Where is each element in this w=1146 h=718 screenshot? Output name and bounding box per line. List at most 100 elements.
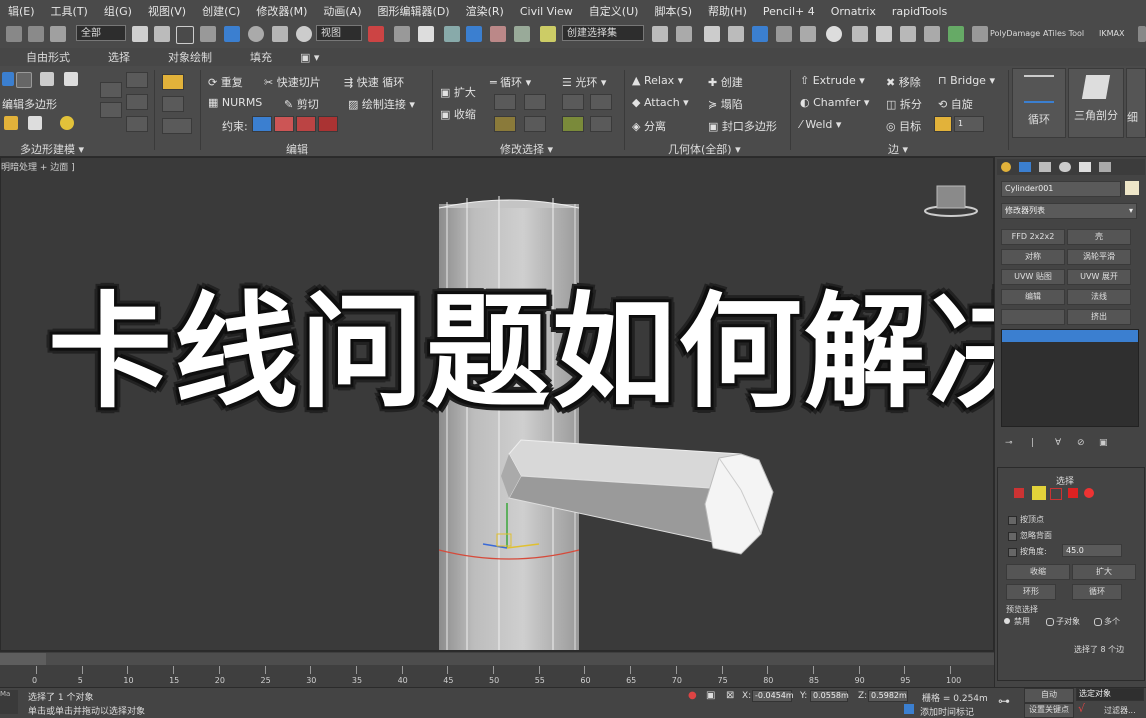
snap-toggle-icon[interactable] (444, 26, 460, 42)
link-icon[interactable] (6, 26, 22, 42)
menu-item-6[interactable]: 动画(A) (315, 3, 369, 19)
toolbar-overflow-icon[interactable] (1138, 26, 1146, 42)
relax-brush-icon[interactable] (162, 96, 184, 112)
placement-icon[interactable] (296, 26, 312, 42)
preserve-uv-icon[interactable] (162, 74, 184, 90)
group-polymodeling-footer[interactable]: 多边形建模 ▾ (20, 141, 84, 157)
select-rotate-icon[interactable] (248, 26, 264, 42)
layer-explorer-icon[interactable] (704, 26, 720, 42)
time-tag-icon[interactable] (904, 704, 914, 714)
material-editor-icon[interactable] (800, 26, 816, 42)
render-production-icon[interactable] (876, 26, 892, 42)
border-icon[interactable] (1050, 488, 1062, 500)
ring-shrink-icon[interactable] (590, 94, 612, 110)
remove-button[interactable]: ✖ 移除 (886, 74, 921, 90)
keyboard-shortcut-icon[interactable] (418, 26, 434, 42)
select-move-icon[interactable] (224, 26, 240, 42)
relax-button[interactable]: ▲ Relax ▾ (632, 74, 683, 87)
detach-button[interactable]: ◈ 分离 (632, 118, 666, 134)
ring-grow-icon[interactable] (562, 94, 584, 110)
edit-named-selection-icon[interactable] (540, 26, 556, 42)
modifier-tool-1[interactable] (100, 82, 122, 98)
weld-button[interactable]: ⁄ Weld ▾ (800, 118, 841, 131)
menu-item-14[interactable]: Ornatrix (823, 5, 884, 18)
bind-spacewarp-icon[interactable] (50, 26, 66, 42)
unlink-icon[interactable] (28, 26, 44, 42)
nurms-button[interactable]: ▦ NURMS (208, 96, 262, 109)
preview-disabled-radio[interactable] (1004, 618, 1010, 624)
object-name-field[interactable]: Cylinder001 (1001, 181, 1121, 197)
cut-button[interactable]: ✎ 剪切 (284, 96, 319, 112)
object-color-swatch[interactable] (1125, 181, 1139, 195)
menu-item-15[interactable]: rapidTools (884, 5, 955, 18)
ring-shift-icon[interactable] (562, 116, 584, 132)
edge-mode-icon[interactable] (16, 72, 32, 88)
hierarchy-tab-icon[interactable] (1039, 162, 1051, 172)
ring-button[interactable]: ☰ 光环 ▾ (562, 74, 606, 90)
show-end-result-icon[interactable] (28, 116, 42, 130)
spinner-snap-icon[interactable] (514, 26, 530, 42)
loop-shrink-icon[interactable] (524, 94, 546, 110)
menu-item-2[interactable]: 组(G) (96, 3, 140, 19)
menu-item-12[interactable]: 帮助(H) (700, 3, 755, 19)
pin-stack-icon[interactable]: ⊸ (1005, 438, 1013, 448)
vertex-mode-icon[interactable] (2, 72, 14, 86)
group-geometry-footer[interactable]: 几何体(全部) ▾ (668, 141, 741, 157)
menu-item-3[interactable]: 视图(V) (140, 3, 194, 19)
show-end-result-icon[interactable]: | (1031, 438, 1034, 448)
loop-shift2-icon[interactable] (524, 116, 546, 132)
menu-item-4[interactable]: 创建(C) (194, 3, 248, 19)
ribbon-options-icon[interactable]: ▣ ▾ (292, 51, 327, 64)
polygon-icon[interactable] (1068, 488, 1078, 498)
mod-button-shell[interactable]: 壳 (1067, 229, 1131, 245)
loop-shift-icon[interactable] (494, 116, 516, 132)
bridge-button[interactable]: ⊓ Bridge ▾ (938, 74, 995, 87)
selection-filter-dropdown[interactable]: 全部 (76, 25, 126, 41)
add-time-tag-text[interactable]: 添加时间标记 (920, 705, 974, 718)
mod-button-blank[interactable] (1001, 309, 1065, 325)
constraint-none-icon[interactable] (252, 116, 272, 132)
key-filters-button[interactable]: 过滤器... (1104, 705, 1136, 716)
element-mode-icon[interactable] (64, 72, 78, 86)
menu-item-7[interactable]: 图形编辑器(D) (370, 3, 458, 19)
grow-button[interactable]: ▣ 扩大 (440, 84, 476, 100)
spin-button[interactable]: ⟲ 自旋 (938, 96, 973, 112)
absolute-mode-icon[interactable]: ⊠ (726, 690, 734, 701)
align-icon[interactable] (676, 26, 692, 42)
loop-big-button[interactable]: 循环 (1012, 68, 1066, 138)
pin-stack-icon[interactable] (60, 116, 74, 130)
collapse-button[interactable]: ≽ 塌陷 (708, 96, 743, 112)
group-modsel-footer[interactable]: 修改选择 ▾ (500, 141, 553, 157)
grow-button[interactable]: 扩大 (1072, 564, 1136, 580)
modifier-stack[interactable] (1001, 329, 1139, 427)
menu-item-8[interactable]: 渲染(R) (458, 3, 512, 19)
atiles-label[interactable]: ATiles Tool (1043, 29, 1084, 38)
percent-snap-icon[interactable] (490, 26, 506, 42)
isolate-icon[interactable]: ● (688, 690, 697, 701)
modifier-tool-5[interactable] (126, 116, 148, 132)
ring-button[interactable]: 环形 (1006, 584, 1056, 600)
modifier-list-dropdown[interactable]: 修改器列表 ▾ (1001, 203, 1137, 219)
timeline-ruler[interactable]: 0 5 10 15 20 25 30 35 40 45 50 55 60 65 70 75 80 85 90 95 10… (0, 666, 994, 688)
menu-item-0[interactable]: 辑(E) (0, 3, 43, 19)
vertex-icon[interactable] (1014, 488, 1024, 498)
group-edges-footer[interactable]: 边 ▾ (888, 141, 908, 157)
select-scale-icon[interactable] (272, 26, 288, 42)
render-iterative-icon[interactable] (900, 26, 916, 42)
cap-poly-button[interactable]: ▣ 封口多边形 (708, 118, 777, 134)
rollout-title[interactable]: 选择 (1056, 474, 1074, 487)
named-selection-dropdown[interactable]: 创建选择集 (562, 25, 644, 41)
mod-button-normal[interactable]: 法线 (1067, 289, 1131, 305)
loop-button[interactable]: ═ 循环 ▾ (490, 74, 531, 90)
render-activeshade-icon[interactable] (924, 26, 940, 42)
lock-icon[interactable]: ▣ (706, 690, 715, 701)
window-crossing-icon[interactable] (200, 26, 216, 42)
preview-multi-radio[interactable] (1094, 618, 1102, 626)
modifier-tool-4[interactable] (126, 94, 148, 110)
menu-item-9[interactable]: Civil View (512, 5, 581, 18)
target-weld-button[interactable]: ◎ 目标 (886, 118, 921, 134)
stack-item-selected[interactable] (1002, 330, 1138, 342)
loop-grow-icon[interactable] (494, 94, 516, 110)
repeat-button[interactable]: ⟳ 重复 (208, 74, 243, 90)
tab-object-paint[interactable]: 对象绘制 (150, 49, 232, 65)
